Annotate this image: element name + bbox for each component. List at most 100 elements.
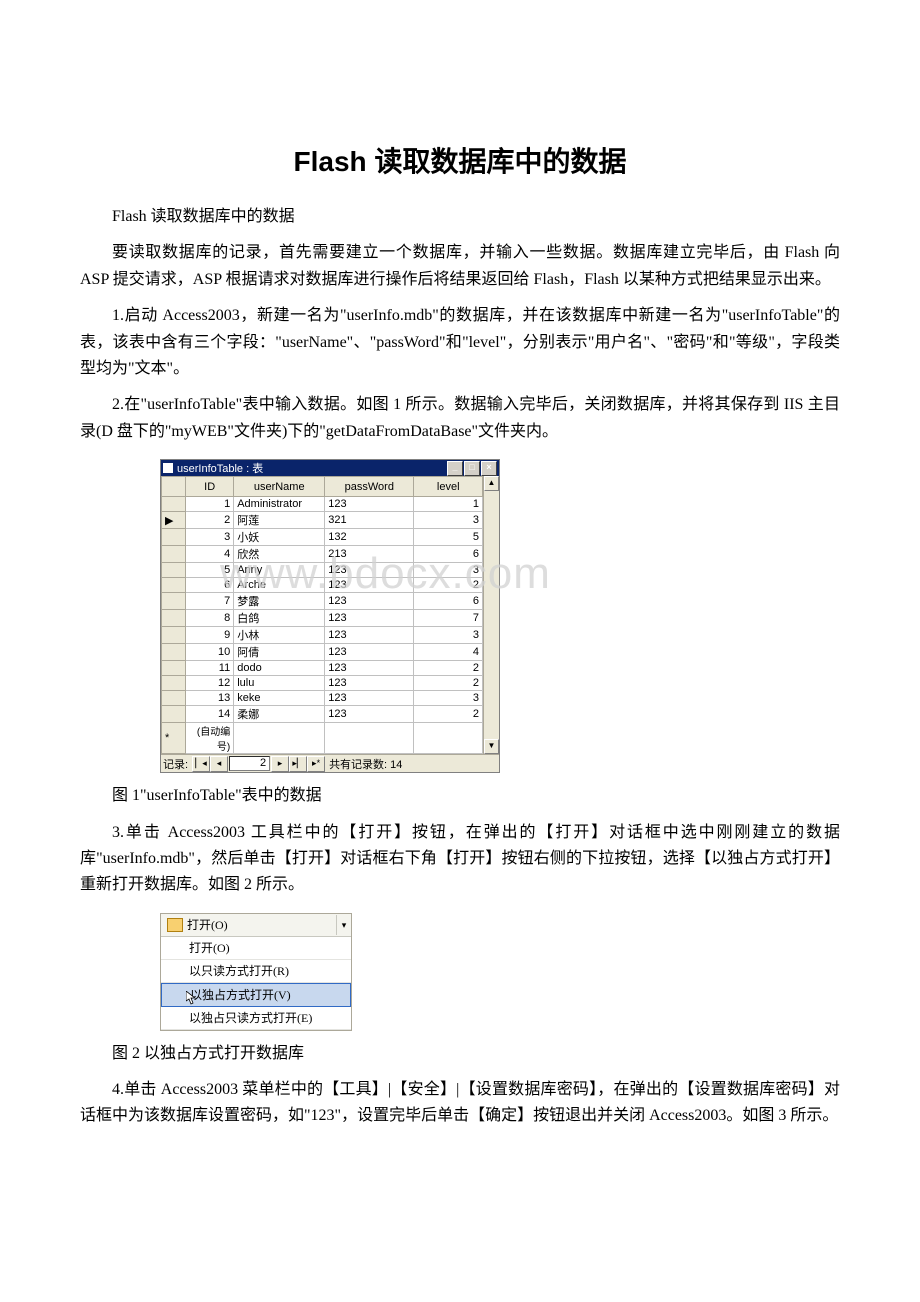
cell-password[interactable]: 123 bbox=[325, 627, 414, 644]
row-selector[interactable] bbox=[162, 661, 186, 676]
row-selector[interactable] bbox=[162, 563, 186, 578]
cell-username[interactable]: 白鸽 bbox=[234, 610, 325, 627]
cell-id[interactable]: 2 bbox=[186, 512, 234, 529]
minimize-button[interactable]: _ bbox=[447, 461, 463, 476]
cell-id[interactable]: 9 bbox=[186, 627, 234, 644]
cell-id[interactable]: 10 bbox=[186, 644, 234, 661]
cell-level[interactable]: 3 bbox=[414, 691, 483, 706]
dropdown-arrow-icon[interactable]: ▾ bbox=[336, 915, 351, 935]
cell-username[interactable]: keke bbox=[234, 691, 325, 706]
cell-id[interactable]: 12 bbox=[186, 676, 234, 691]
cell-password[interactable]: 123 bbox=[325, 706, 414, 723]
cell-level[interactable]: 6 bbox=[414, 593, 483, 610]
scroll-down-icon[interactable]: ▼ bbox=[484, 739, 499, 754]
data-table: ID userName passWord level 1Administrato… bbox=[161, 476, 483, 754]
col-password[interactable]: passWord bbox=[325, 477, 414, 497]
row-selector[interactable] bbox=[162, 610, 186, 627]
cell-id[interactable]: 11 bbox=[186, 661, 234, 676]
cell-password[interactable]: 123 bbox=[325, 661, 414, 676]
row-selector[interactable] bbox=[162, 706, 186, 723]
cell-level[interactable]: 2 bbox=[414, 676, 483, 691]
col-level[interactable]: level bbox=[414, 477, 483, 497]
nav-current[interactable]: 2 bbox=[229, 756, 270, 771]
col-username[interactable]: userName bbox=[234, 477, 325, 497]
cell-username[interactable]: 梦露 bbox=[234, 593, 325, 610]
cell-id[interactable]: 3 bbox=[186, 529, 234, 546]
cell-id[interactable]: 5 bbox=[186, 563, 234, 578]
cell-username[interactable]: lulu bbox=[234, 676, 325, 691]
cell-username[interactable]: 柔娜 bbox=[234, 706, 325, 723]
cell-level[interactable]: 6 bbox=[414, 546, 483, 563]
paragraph-step4: 4.单击 Access2003 菜单栏中的【工具】|【安全】|【设置数据库密码】… bbox=[80, 1077, 840, 1130]
cell-id[interactable]: 1 bbox=[186, 497, 234, 512]
cell-password[interactable]: 213 bbox=[325, 546, 414, 563]
row-selector[interactable] bbox=[162, 546, 186, 563]
row-selector[interactable]: ▶ bbox=[162, 512, 186, 529]
menu-item-open[interactable]: 打开(O) bbox=[161, 937, 351, 960]
row-selector[interactable] bbox=[162, 497, 186, 512]
cell-password[interactable]: 123 bbox=[325, 497, 414, 512]
close-button[interactable]: × bbox=[481, 461, 497, 476]
cell-level[interactable]: 1 bbox=[414, 497, 483, 512]
menu-item-readonly[interactable]: 以只读方式打开(R) bbox=[161, 960, 351, 983]
cell-id[interactable]: 8 bbox=[186, 610, 234, 627]
new-row-id[interactable]: (自动编号) bbox=[186, 723, 234, 754]
scroll-up-icon[interactable]: ▲ bbox=[484, 476, 499, 491]
cell-password[interactable]: 123 bbox=[325, 691, 414, 706]
cell-id[interactable]: 4 bbox=[186, 546, 234, 563]
cell-level[interactable]: 3 bbox=[414, 512, 483, 529]
cell-level[interactable]: 4 bbox=[414, 644, 483, 661]
menu-item-exclusive-readonly[interactable]: 以独占只读方式打开(E) bbox=[161, 1007, 351, 1030]
paragraph-step3: 3.单击 Access2003 工具栏中的【打开】按钮，在弹出的【打开】对话框中… bbox=[80, 820, 840, 899]
row-selector[interactable] bbox=[162, 644, 186, 661]
nav-first-icon[interactable]: ▏◂ bbox=[192, 756, 210, 772]
cell-password[interactable]: 321 bbox=[325, 512, 414, 529]
row-selector[interactable] bbox=[162, 593, 186, 610]
cell-password[interactable]: 123 bbox=[325, 593, 414, 610]
cell-level[interactable]: 2 bbox=[414, 578, 483, 593]
cell-username[interactable]: 阿倩 bbox=[234, 644, 325, 661]
cell-password[interactable]: 123 bbox=[325, 610, 414, 627]
cell-id[interactable]: 13 bbox=[186, 691, 234, 706]
cell-username[interactable]: 小林 bbox=[234, 627, 325, 644]
nav-prev-icon[interactable]: ◂ bbox=[210, 756, 228, 772]
cell-password[interactable]: 123 bbox=[325, 644, 414, 661]
cell-username[interactable]: Anny bbox=[234, 563, 325, 578]
cell-password[interactable]: 123 bbox=[325, 578, 414, 593]
cell-username[interactable]: 欣然 bbox=[234, 546, 325, 563]
cell-username[interactable]: 小妖 bbox=[234, 529, 325, 546]
cell-id[interactable]: 7 bbox=[186, 593, 234, 610]
row-selector[interactable] bbox=[162, 529, 186, 546]
cell-level[interactable]: 2 bbox=[414, 706, 483, 723]
cell-username[interactable]: dodo bbox=[234, 661, 325, 676]
maximize-button[interactable]: □ bbox=[464, 461, 480, 476]
scrollbar[interactable]: ▲ ▼ bbox=[483, 476, 499, 754]
cell-level[interactable]: 5 bbox=[414, 529, 483, 546]
row-selector[interactable] bbox=[162, 676, 186, 691]
cell-username[interactable]: Administrator bbox=[234, 497, 325, 512]
cell-level[interactable]: 3 bbox=[414, 563, 483, 578]
cell-username[interactable]: Arche bbox=[234, 578, 325, 593]
row-selector[interactable] bbox=[162, 691, 186, 706]
col-id[interactable]: ID bbox=[186, 477, 234, 497]
cell-level[interactable]: 7 bbox=[414, 610, 483, 627]
paragraph-step2: 2.在"userInfoTable"表中输入数据。如图 1 所示。数据输入完毕后… bbox=[80, 392, 840, 445]
cell-id[interactable]: 14 bbox=[186, 706, 234, 723]
nav-next-icon[interactable]: ▸ bbox=[271, 756, 289, 772]
figure-2: 打开(O) ▾ 打开(O) 以只读方式打开(R) 以独占方式打开(V) 以独占只… bbox=[160, 913, 840, 1031]
cell-id[interactable]: 6 bbox=[186, 578, 234, 593]
cell-password[interactable]: 123 bbox=[325, 676, 414, 691]
cursor-icon bbox=[186, 991, 198, 1005]
cell-username[interactable]: 阿莲 bbox=[234, 512, 325, 529]
menu-item-exclusive[interactable]: 以独占方式打开(V) bbox=[161, 983, 351, 1007]
cell-password[interactable]: 123 bbox=[325, 563, 414, 578]
nav-new-icon[interactable]: ▸* bbox=[307, 756, 325, 772]
row-selector[interactable] bbox=[162, 627, 186, 644]
nav-last-icon[interactable]: ▸▏ bbox=[289, 756, 307, 772]
row-selector[interactable] bbox=[162, 578, 186, 593]
scroll-track[interactable] bbox=[484, 491, 499, 739]
cell-level[interactable]: 2 bbox=[414, 661, 483, 676]
cell-password[interactable]: 132 bbox=[325, 529, 414, 546]
cell-level[interactable]: 3 bbox=[414, 627, 483, 644]
open-split-button[interactable]: 打开(O) ▾ bbox=[161, 914, 351, 937]
